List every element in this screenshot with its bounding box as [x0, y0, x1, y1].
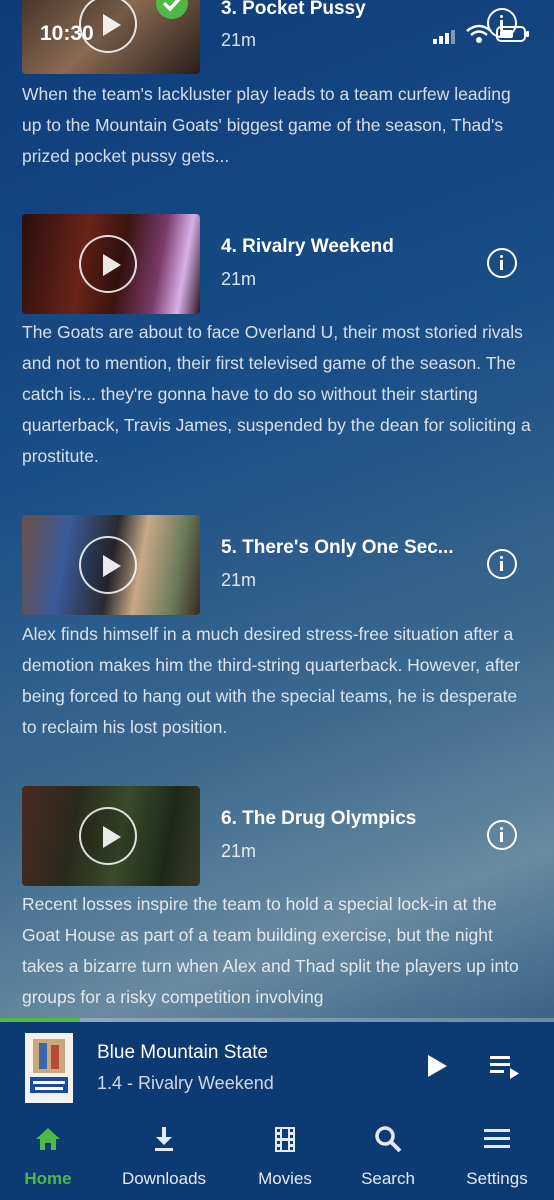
play-icon[interactable] — [79, 536, 137, 594]
film-icon — [275, 1127, 295, 1152]
nav-label: Settings — [466, 1169, 528, 1188]
nav-home[interactable]: Home — [0, 1108, 103, 1200]
mini-player[interactable]: Blue Mountain State 1.4 - Rivalry Weeken… — [0, 1022, 554, 1108]
info-icon[interactable] — [487, 820, 517, 850]
bottom-navigation: Home Downloads Movies Search Settings — [0, 1108, 554, 1200]
battery-icon — [496, 26, 529, 42]
episode-list[interactable]: 3. Pocket Pussy 21m When the team's lack… — [0, 0, 554, 1018]
signal-icon — [433, 30, 455, 44]
nav-label: Search — [361, 1169, 415, 1188]
nav-settings[interactable]: Settings — [442, 1108, 552, 1200]
episode-duration: 21m — [221, 269, 257, 289]
episode-thumbnail[interactable] — [22, 515, 200, 615]
episode-thumbnail[interactable] — [22, 786, 200, 886]
episode-description: The Goats are about to face Overland U, … — [22, 322, 531, 466]
status-bar: 10:30 — [0, 0, 554, 60]
nav-downloads[interactable]: Downloads — [109, 1108, 219, 1200]
menu-icon — [484, 1129, 510, 1148]
episode-duration: 21m — [221, 570, 257, 590]
episode-duration: 21m — [221, 841, 257, 861]
nav-movies[interactable]: Movies — [230, 1108, 340, 1200]
now-playing-title[interactable]: Blue Mountain State — [97, 1042, 268, 1064]
nav-search[interactable]: Search — [333, 1108, 443, 1200]
episode-description: When the team's lackluster play leads to… — [22, 84, 511, 166]
home-icon — [36, 1128, 60, 1150]
show-poster[interactable] — [25, 1033, 73, 1103]
episode-description: Recent losses inspire the team to hold a… — [22, 894, 519, 1007]
status-clock: 10:30 — [40, 22, 94, 45]
search-icon — [375, 1126, 402, 1153]
info-icon[interactable] — [487, 248, 517, 278]
nav-label: Movies — [258, 1169, 312, 1188]
download-icon — [155, 1127, 173, 1151]
play-icon[interactable] — [79, 807, 137, 865]
episode-title[interactable]: 5. There's Only One Sec... — [221, 537, 454, 559]
play-button[interactable] — [428, 1055, 447, 1077]
episode-title[interactable]: 4. Rivalry Weekend — [221, 236, 394, 258]
nav-label: Downloads — [121, 1169, 207, 1188]
episode-description: Alex finds himself in a much desired str… — [22, 624, 520, 737]
episode-thumbnail[interactable] — [22, 214, 200, 314]
info-icon[interactable] — [487, 549, 517, 579]
episode-title[interactable]: 6. The Drug Olympics — [221, 808, 416, 830]
wifi-icon — [466, 24, 492, 43]
now-playing-episode[interactable]: 1.4 - Rivalry Weekend — [97, 1073, 274, 1094]
queue-icon[interactable] — [490, 1054, 522, 1080]
nav-label: Home — [24, 1169, 72, 1188]
play-icon[interactable] — [79, 235, 137, 293]
